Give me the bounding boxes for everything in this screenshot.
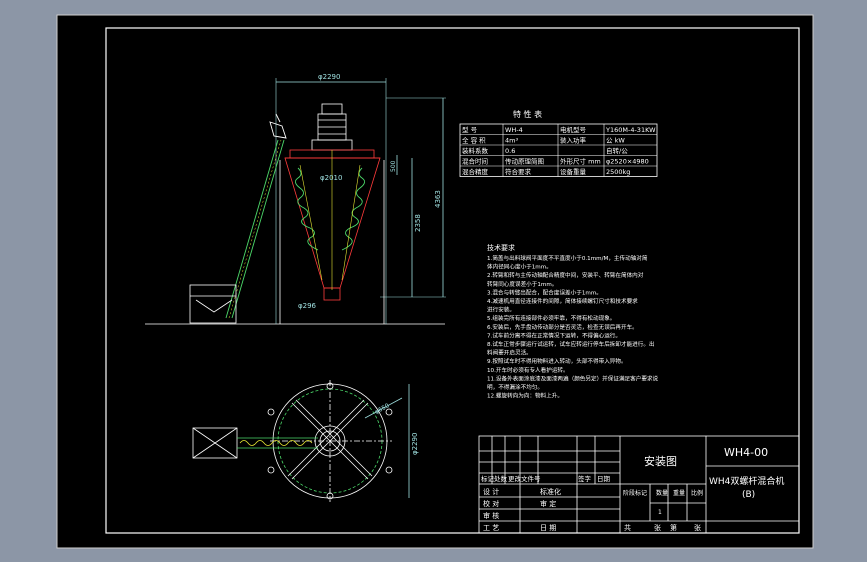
- spec-cell: 设备重量: [560, 167, 587, 176]
- spec-cell: 4m³: [505, 137, 518, 145]
- rev-header: 日期: [597, 475, 611, 483]
- note-line: 9.按照试车时不得用物料进入转动，头部不得带入异物。: [487, 357, 627, 365]
- spec-cell: φ2520×4980: [606, 158, 649, 166]
- spec-cell: 混合精度: [462, 167, 489, 176]
- sign-cell: 审 核: [483, 511, 499, 520]
- dim-bottom-outlet: φ296: [298, 302, 317, 310]
- stage-mark: 阶段标记: [623, 489, 647, 497]
- spec-cell: 混合时间: [462, 157, 488, 166]
- spec-cell: 型 号: [462, 125, 478, 134]
- spec-cell: 装料系数: [462, 146, 489, 155]
- drawing-title: 安装图: [644, 454, 677, 468]
- note-line: 5.组装完所有连接部件必须牢靠，不得有松动现象。: [487, 314, 615, 322]
- dim-top-width: φ2290: [318, 73, 340, 81]
- note-line: 体内径同心度小于1mm。: [487, 263, 552, 271]
- product-variant: (B): [742, 490, 755, 500]
- spec-cell: 0.6: [505, 147, 515, 155]
- note-line: 6.安装后，先手盘动传动部分是否灵活，检查无误后再开车。: [487, 323, 638, 331]
- ratio-label: 比例: [691, 489, 703, 497]
- note-line: 10.开车时必须有专人看护运转。: [487, 366, 569, 374]
- dim-total-height: 4363: [434, 190, 442, 208]
- weight-label: 重量: [673, 489, 685, 497]
- quantity-label: 数量: [656, 489, 668, 497]
- drawing-number: WH4-00: [724, 446, 768, 459]
- rev-header: 标记: [481, 474, 495, 483]
- drawing-sheet: [56, 14, 814, 549]
- quantity-value: 1: [658, 509, 662, 516]
- product-name: WH4双螺杆混合机: [709, 475, 784, 487]
- dim-inner-width: φ2010: [320, 174, 342, 182]
- note-line: 8.试车正常步骤运行试运转，试车应转运行停车后拆卸才能进行。出: [487, 340, 655, 348]
- dim-plan-diameter: φ2290: [411, 433, 419, 455]
- note-line: 料阀要开启灵活。: [487, 349, 532, 357]
- note-line: 进行安装。: [487, 306, 515, 314]
- sign-cell: 日 期: [540, 524, 556, 532]
- spec-cell: 传动原理简图: [505, 157, 544, 166]
- sign-cell: 标准化: [540, 487, 561, 496]
- page-no-label: 第: [670, 523, 677, 532]
- spec-cell: 符合要求: [505, 167, 532, 176]
- spec-cell: 电机型号: [560, 125, 587, 134]
- spec-table-title: 特 性 表: [513, 109, 542, 119]
- note-line: 11.设备外表面涂底漆及面漆两遍（颜色另定）并保证满足客户要求说: [487, 374, 659, 382]
- sheet-label: 张: [654, 523, 661, 532]
- total-sheets-label: 共: [624, 523, 631, 532]
- notes-title: 技术要求: [487, 243, 515, 252]
- spec-cell: 全 容 积: [462, 136, 486, 145]
- spec-cell: 公 kW: [606, 137, 625, 145]
- dim-neck-height: 500: [390, 160, 397, 172]
- sign-cell: 审 定: [540, 499, 556, 508]
- note-line: 2.转臂和转与主传动轴配合精度中间，安装平、转臂在简体内对: [487, 271, 644, 279]
- note-line: 7.试车前分离不得在正常情况下运转，不得偏心运行。: [487, 331, 621, 339]
- spec-cell: 2500kg: [606, 168, 630, 176]
- dim-cone-height: 2358: [414, 214, 422, 232]
- spec-cell: 自转/公: [606, 146, 628, 155]
- cad-drawing-canvas: φ2290 φ2010 φ296 2358 4363 500 φ2290 φ65…: [56, 14, 814, 549]
- spec-cell: Y160M-4-31KW: [605, 126, 656, 134]
- spec-cell: 装入功率: [560, 136, 587, 145]
- note-line: 1.简盖与出料球阀平面度不平直度小于0.1mm/M，主传动轴对简: [487, 254, 648, 262]
- rev-header: 签字: [578, 474, 592, 483]
- note-line: 4.减速机用直径连接件的间隙，简体接续螺钉尺寸和技术要求: [487, 297, 638, 305]
- spec-cell: 外形尺寸 mm: [560, 157, 601, 166]
- sign-cell: 校 对: [483, 499, 499, 508]
- spec-cell: WH-4: [505, 126, 523, 134]
- notes-list: 1.简盖与出料球阀平面度不平直度小于0.1mm/M，主传动轴对简 体内径同心度小…: [487, 254, 659, 400]
- page-sheet-label: 张: [694, 523, 701, 532]
- note-line: 12.螺旋转向为向：物料上升。: [487, 392, 563, 400]
- rev-header: 更改文件号: [508, 474, 541, 483]
- note-line: 3.混合与转臂出配合，配合度误差小于1mm。: [487, 288, 602, 296]
- sign-cell: 工 艺: [483, 524, 499, 532]
- sign-cell: 设 计: [483, 487, 499, 496]
- note-line: 转臂同心度误差小于1mm。: [487, 280, 557, 288]
- rev-header: 处数: [494, 474, 508, 483]
- note-line: 明，不得漏涂不均匀。: [487, 383, 543, 391]
